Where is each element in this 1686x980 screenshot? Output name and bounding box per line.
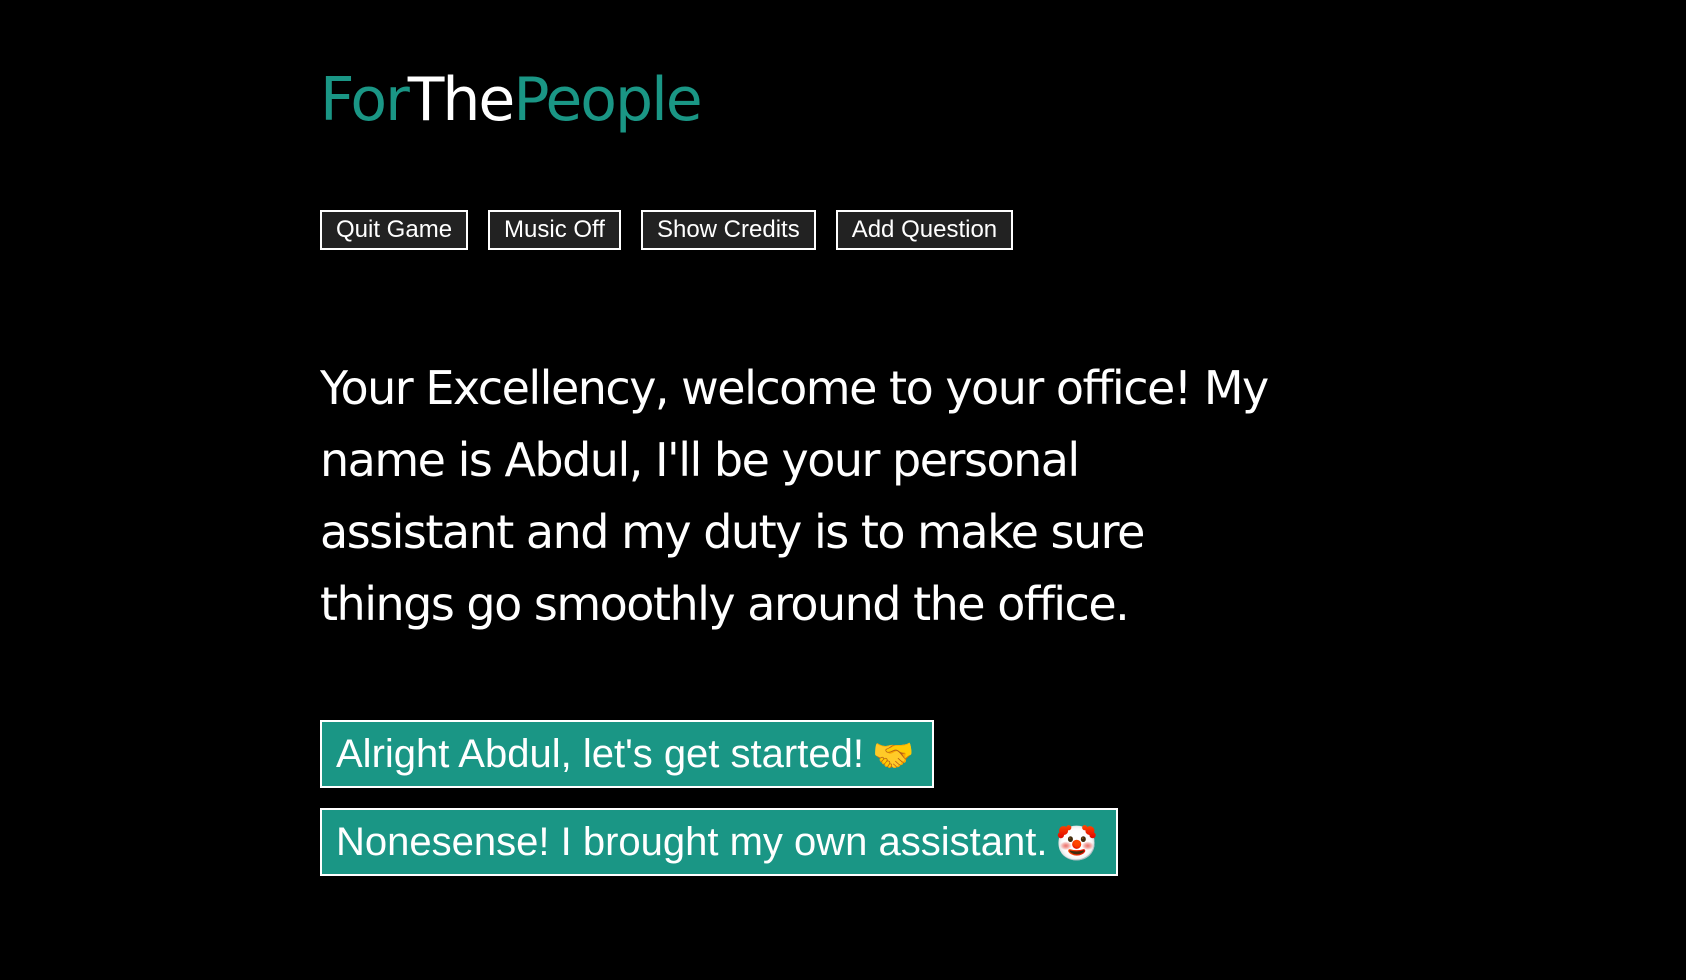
choice-list: Alright Abdul, let's get started! 🤝 Nones… — [320, 720, 1118, 876]
logo-part-people: People — [513, 65, 702, 135]
show-credits-button[interactable]: Show Credits — [640, 210, 816, 250]
choice-label: Nonesense! I brought my own assistant. — [336, 820, 1048, 864]
choice-button-get-started[interactable]: Alright Abdul, let's get started! 🤝 — [320, 720, 935, 788]
logo-part-the: The — [407, 65, 516, 135]
game-logo: ForThePeople — [320, 70, 703, 130]
choice-label: Alright Abdul, let's get started! — [336, 732, 864, 776]
logo-part-for: For — [320, 65, 410, 135]
handshake-icon: 🤝 — [871, 737, 915, 775]
game-toolbar: Quit Game Music Off Show Credits Add Que… — [320, 210, 1014, 250]
add-question-button[interactable]: Add Question — [835, 210, 1014, 250]
music-toggle-button[interactable]: Music Off — [488, 210, 621, 250]
clown-face-icon: 🤡 — [1055, 825, 1098, 863]
quit-game-button[interactable]: Quit Game — [320, 210, 469, 250]
choice-button-own-assistant[interactable]: Nonesense! I brought my own assistant. 🤡 — [320, 808, 1118, 876]
dialogue-text: Your Excellency, welcome to your office!… — [320, 361, 1269, 631]
